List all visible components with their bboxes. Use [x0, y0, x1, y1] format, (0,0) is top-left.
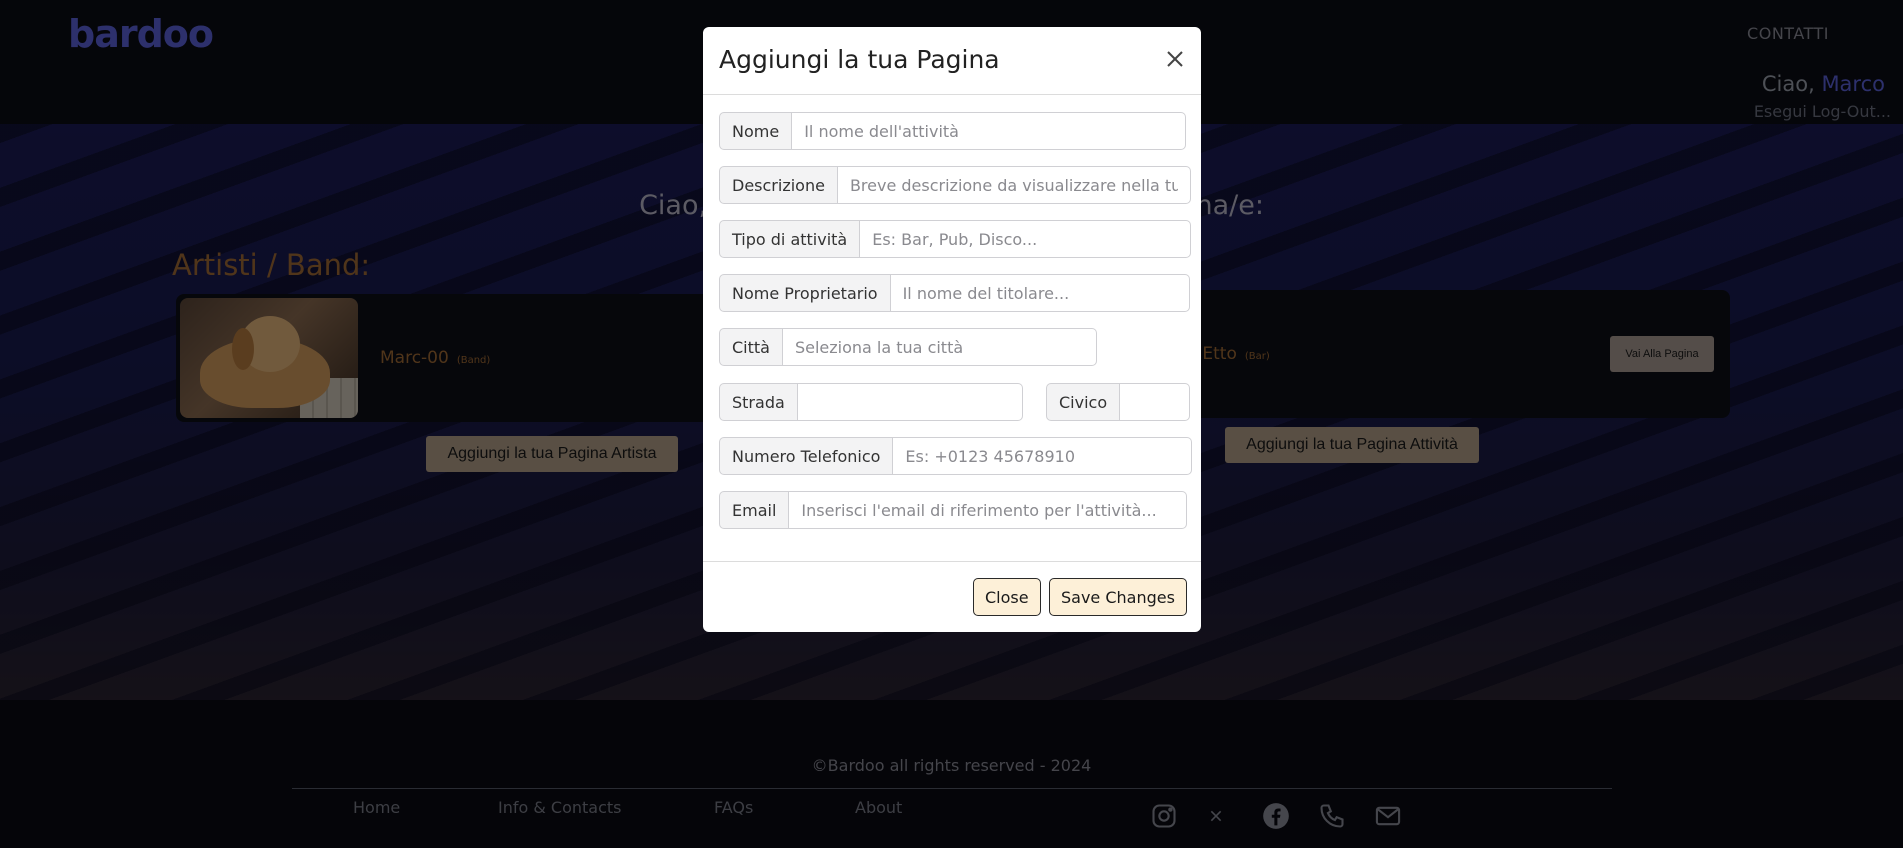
strada-label: Strada [719, 383, 798, 421]
telefono-label: Numero Telefonico [719, 437, 894, 475]
strada-input[interactable] [797, 383, 1023, 421]
descrizione-label: Descrizione [719, 166, 838, 204]
modal-title: Aggiungi la tua Pagina [719, 45, 1000, 74]
nome-input[interactable] [792, 112, 1187, 150]
telefono-input[interactable] [893, 437, 1193, 475]
tipo-label: Tipo di attività [719, 220, 861, 258]
field-row-proprietario: Nome Proprietario [719, 274, 1190, 312]
proprietario-label: Nome Proprietario [719, 274, 891, 312]
close-icon[interactable] [1163, 47, 1187, 71]
field-row-nome: Nome [719, 112, 1187, 150]
nome-label: Nome [719, 112, 793, 150]
add-page-modal: Aggiungi la tua Pagina Nome Descrizione … [703, 27, 1201, 632]
modal-footer: Close Save Changes [703, 561, 1201, 632]
civico-input[interactable] [1120, 383, 1191, 421]
email-input[interactable] [789, 491, 1188, 529]
save-changes-button[interactable]: Save Changes [1049, 578, 1187, 616]
tipo-input[interactable] [860, 220, 1192, 258]
field-row-citta: Città [719, 328, 1097, 366]
citta-select[interactable] [782, 328, 1097, 366]
field-row-email: Email [719, 491, 1188, 529]
citta-label: Città [719, 328, 783, 366]
field-row-descrizione: Descrizione [719, 166, 1191, 204]
field-row-strada: Strada [719, 383, 1023, 421]
modal-header: Aggiungi la tua Pagina [703, 27, 1201, 95]
civico-label: Civico [1046, 383, 1121, 421]
proprietario-input[interactable] [890, 274, 1190, 312]
field-row-tipo: Tipo di attività [719, 220, 1192, 258]
email-label: Email [719, 491, 790, 529]
descrizione-input[interactable] [837, 166, 1191, 204]
close-button[interactable]: Close [973, 578, 1041, 616]
field-row-civico: Civico [1046, 383, 1191, 421]
field-row-telefono: Numero Telefonico [719, 437, 1193, 475]
